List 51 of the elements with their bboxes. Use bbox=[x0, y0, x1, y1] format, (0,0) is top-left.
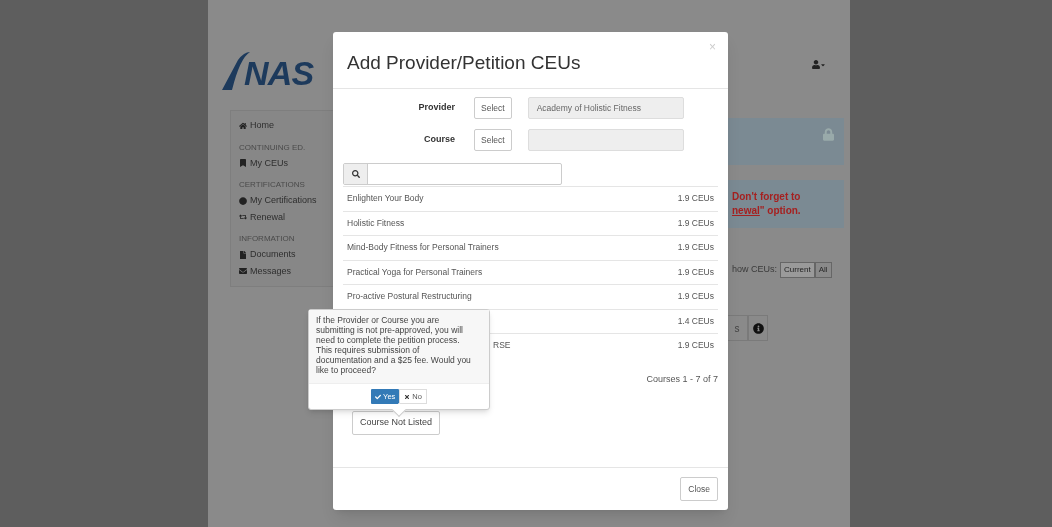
user-menu-button[interactable] bbox=[812, 60, 826, 69]
course-row[interactable]: Enlighten Your Body 1.9 CEUs bbox=[343, 186, 718, 211]
x-icon bbox=[404, 393, 411, 400]
select-button[interactable]: Select bbox=[474, 129, 512, 151]
course-row[interactable]: Mind-Body Fitness for Personal Trainers 1.9 CEUs bbox=[343, 235, 718, 260]
field-label: Course bbox=[423, 133, 455, 147]
caret-icon bbox=[820, 61, 826, 68]
sidebar-heading: INFORMATION bbox=[239, 233, 296, 245]
sidebar-heading: CERTIFICATIONS bbox=[239, 179, 306, 191]
alert-text: " option. bbox=[759, 205, 801, 216]
course-name: Holistic Fitness bbox=[347, 216, 405, 230]
user-icon bbox=[812, 60, 820, 69]
course-row[interactable]: Holistic Fitness 1.9 CEUs bbox=[343, 210, 718, 235]
show-ceus-label: how CEUs: bbox=[732, 263, 777, 277]
info-icon[interactable] bbox=[752, 322, 764, 334]
file-icon bbox=[239, 250, 247, 259]
filter-toggle[interactable]: Current bbox=[780, 262, 815, 278]
course-name: Pro-active Postural Restructuring bbox=[347, 290, 472, 304]
check-icon bbox=[375, 393, 382, 400]
course-ceus: 1.9 CEUs bbox=[677, 192, 714, 206]
search-icon bbox=[351, 170, 360, 178]
close-button[interactable]: Close bbox=[680, 477, 718, 501]
arrows-icon bbox=[239, 213, 247, 222]
field-label: Provider bbox=[417, 101, 455, 115]
course-ceus: 1.9 CEUs bbox=[677, 339, 714, 353]
search-field[interactable] bbox=[343, 163, 562, 185]
course-ceus: 1.9 CEUs bbox=[677, 241, 714, 255]
alert-text: Don't forget to bbox=[732, 190, 802, 204]
course-ceus: 1.4 CEUs bbox=[677, 314, 714, 328]
course-ceus: 1.9 CEUs bbox=[677, 290, 714, 304]
sidebar-item[interactable]: My CEUs bbox=[239, 156, 351, 170]
envelope-icon bbox=[239, 267, 247, 276]
input-field[interactable] bbox=[527, 129, 684, 151]
course-not-listed-button[interactable]: Course Not Listed bbox=[352, 411, 441, 435]
course-name: Practical Yoga for Personal Trainers bbox=[347, 265, 483, 279]
input-field[interactable]: Academy of Holistic Fitness bbox=[527, 97, 684, 119]
course-ceus: 1.9 CEUs bbox=[677, 216, 714, 230]
modal-title: Add Provider/Petition CEUs bbox=[347, 50, 581, 75]
course-name: RSE bbox=[493, 339, 511, 353]
sidebar-item[interactable]: Home bbox=[239, 119, 351, 133]
pagination-text: Courses 1 - 7 of 7 bbox=[646, 372, 718, 386]
home-icon bbox=[239, 121, 247, 130]
lock-icon bbox=[823, 128, 834, 141]
course-row[interactable]: Practical Yoga for Personal Trainers 1.9 CEUs bbox=[343, 259, 718, 284]
course-name: Enlighten Your Body bbox=[347, 192, 424, 206]
logo-text: NAS bbox=[244, 56, 314, 90]
course-ceus: 1.9 CEUs bbox=[677, 265, 714, 279]
course-name: Mind-Body Fitness for Personal Trainers bbox=[347, 241, 499, 255]
bookmark-icon bbox=[239, 159, 247, 168]
select-button[interactable]: Select bbox=[474, 97, 512, 119]
course-row[interactable]: Pro-active Postural Restructuring 1.9 CEUs bbox=[343, 284, 718, 309]
